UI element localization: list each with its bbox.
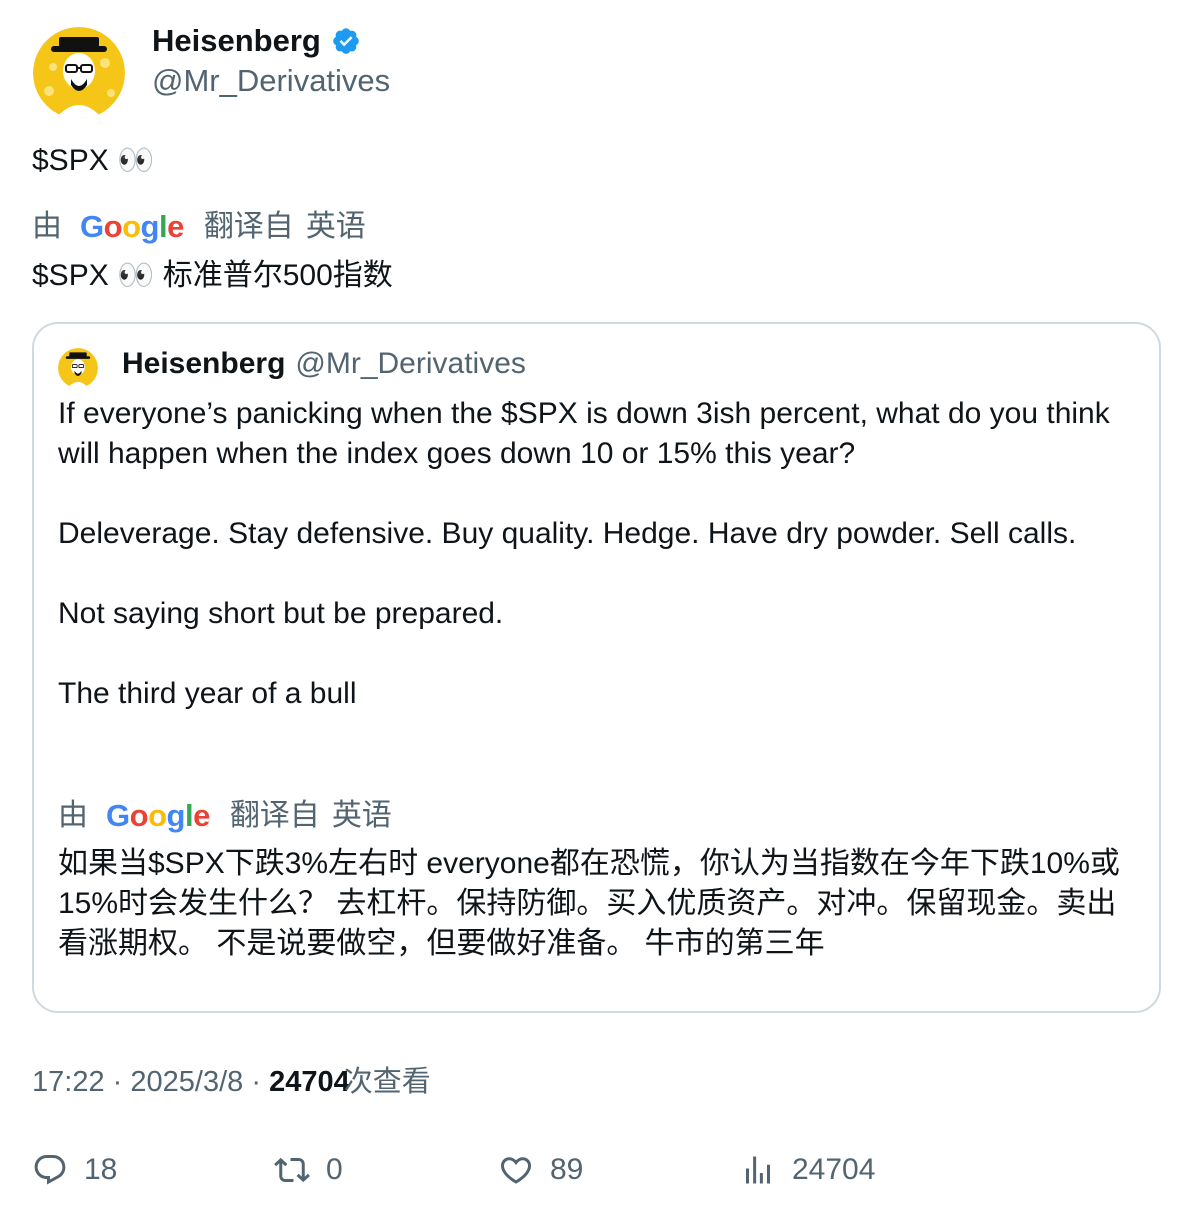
views-chart-icon	[746, 1156, 770, 1184]
author-display-name[interactable]: Heisenberg	[152, 22, 321, 60]
translation-label: 由 Google 翻译自 英语	[32, 207, 366, 247]
like-count: 89	[550, 1153, 584, 1186]
quote-avatar	[58, 348, 98, 388]
heisenberg-avatar-icon	[58, 348, 98, 388]
like-button[interactable]: 89	[498, 1150, 583, 1190]
translation-by: 由	[58, 799, 88, 832]
quote-translated-text: 如果当$SPX下跌3%左右时 everyone都在恐慌，你认为当指数在今年下跌1…	[58, 847, 1120, 960]
quote-display-name: Heisenberg	[122, 347, 286, 380]
author-name-row[interactable]: Heisenberg	[152, 22, 361, 60]
google-logo-icon: Google	[80, 209, 184, 244]
translation-language: 英语	[305, 210, 366, 243]
translation-language: 英语	[331, 799, 392, 832]
views-count: 24704	[269, 1066, 350, 1098]
quote-translation-label: 由 Google 翻译自 英语	[58, 796, 392, 836]
tweet-date[interactable]: 2025/3/8	[130, 1066, 243, 1098]
quote-handle: @Mr_Derivatives	[295, 347, 526, 380]
translated-text: $SPX 👀 标准普尔500指数	[32, 259, 393, 292]
reply-icon	[34, 1155, 66, 1185]
google-logo-icon: Google	[106, 798, 210, 833]
quote-paragraph: Deleverage. Stay defensive. Buy quality.…	[58, 517, 1077, 550]
translation-from: 翻译自	[203, 210, 294, 243]
translation-from: 翻译自	[229, 799, 320, 832]
quote-body: If everyone’s panicking when the $SPX is…	[58, 394, 1133, 714]
translation-by: 由	[32, 210, 62, 243]
tweet-text: $SPX 👀	[32, 144, 155, 177]
quote-paragraph: The third year of a bull	[58, 677, 357, 710]
reply-count: 18	[84, 1153, 118, 1186]
author-handle[interactable]: @Mr_Derivatives	[152, 62, 390, 100]
quote-paragraph: Not saying short but be prepared.	[58, 597, 504, 630]
quoted-tweet[interactable]: Heisenberg @Mr_Derivatives If everyone’s…	[32, 322, 1161, 1013]
quote-paragraph: If everyone’s panicking when the $SPX is…	[58, 397, 1110, 470]
views-total: 24704	[792, 1153, 876, 1186]
heart-icon	[500, 1157, 532, 1184]
retweet-icon	[274, 1157, 310, 1183]
retweet-button[interactable]: 0	[274, 1150, 343, 1190]
retweet-count: 0	[326, 1153, 343, 1186]
meta-separator: ·	[112, 1066, 123, 1098]
author-avatar[interactable]	[33, 27, 125, 119]
meta-separator: ·	[251, 1066, 261, 1098]
heisenberg-avatar-icon	[33, 27, 125, 119]
verified-badge-icon	[331, 26, 361, 56]
quote-author-row: Heisenberg @Mr_Derivatives	[122, 344, 526, 384]
tweet-meta: 17:22 · 2025/3/8 · 24704次查看	[32, 1062, 431, 1102]
tweet-time[interactable]: 17:22	[32, 1066, 105, 1098]
views-label: 次查看	[343, 1066, 431, 1098]
views-button[interactable]: 24704	[740, 1150, 875, 1190]
reply-button[interactable]: 18	[32, 1150, 117, 1190]
